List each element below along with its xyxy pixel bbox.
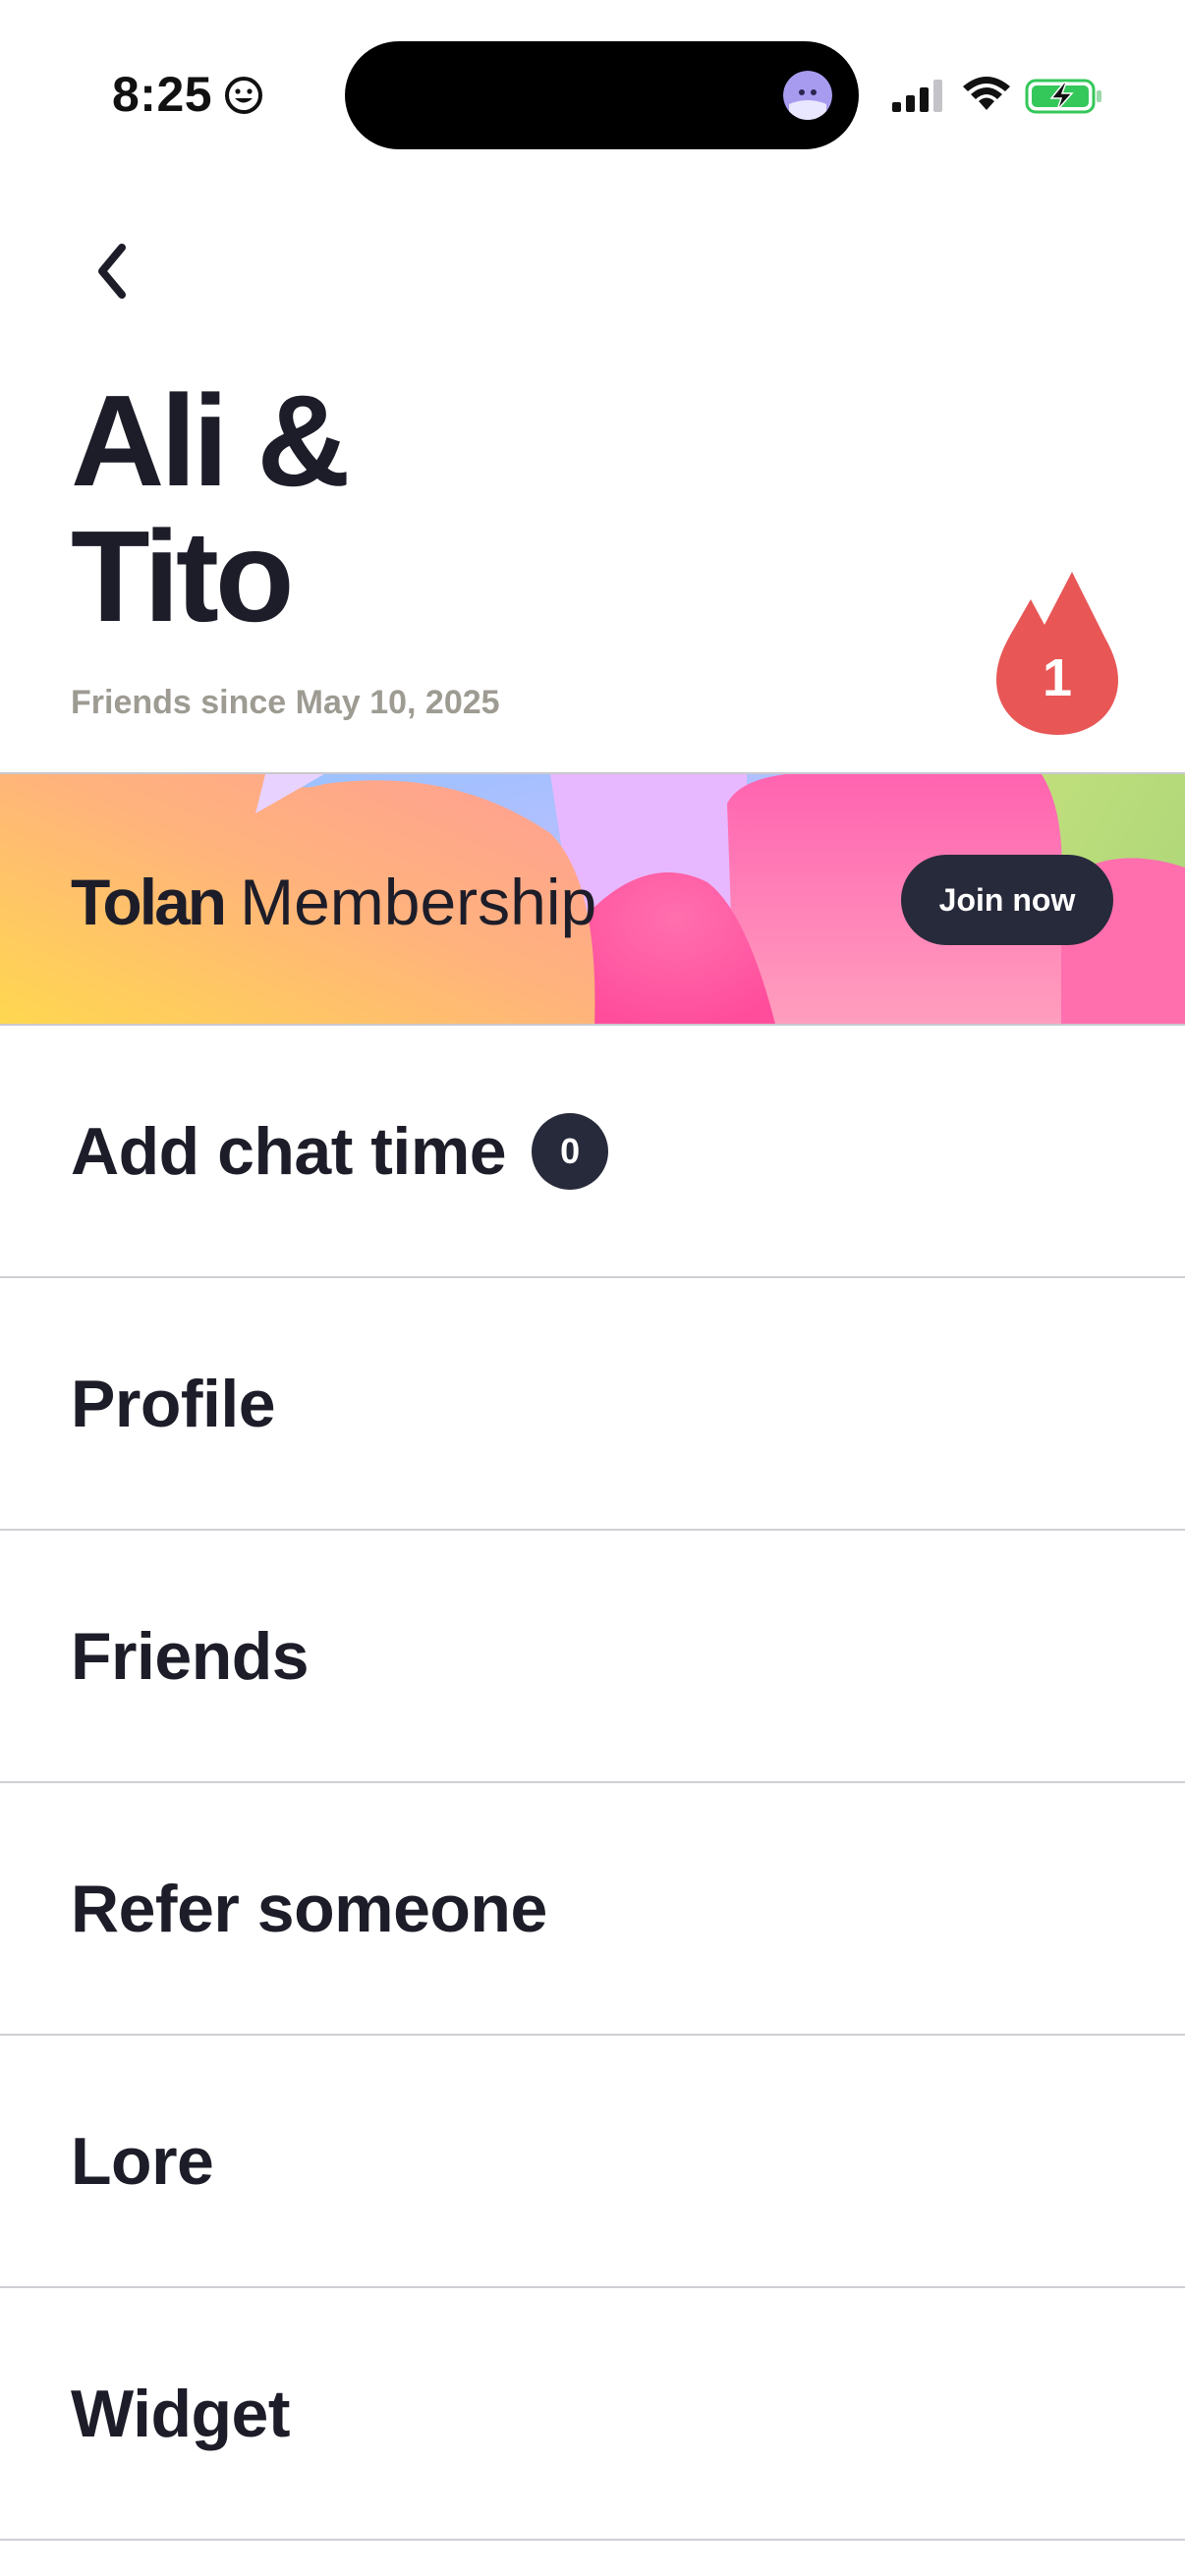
join-now-button[interactable]: Join now: [901, 855, 1113, 945]
back-button[interactable]: [73, 232, 151, 310]
menu-item-lore[interactable]: Lore: [0, 2036, 1185, 2288]
wifi-icon: [963, 77, 1010, 110]
streak-count: 1: [1042, 648, 1073, 707]
membership-label: Membership: [240, 866, 597, 938]
smiley-face-icon: [225, 77, 262, 114]
menu-item-profile[interactable]: Profile: [0, 1278, 1185, 1531]
menu-item-label: Refer someone: [71, 1871, 547, 1946]
status-time: 8:25: [112, 67, 213, 122]
membership-title: Tolan Membership: [71, 865, 596, 939]
menu-item-label: Add chat time: [71, 1113, 507, 1189]
page-title-line-2: Tito: [71, 504, 295, 648]
menu-item-add-chat-time[interactable]: Add chat time 0: [0, 1026, 1185, 1278]
friends-since-text: Friends since May 10, 2025: [71, 684, 500, 721]
avatar: [783, 71, 832, 120]
dynamic-island: [345, 41, 859, 149]
menu-item-label: Profile: [71, 1366, 276, 1441]
settings-menu: Add chat time 0 Profile Friends Refer so…: [0, 1026, 1185, 2541]
chevron-left-icon: [98, 244, 126, 299]
chat-time-count-badge: 0: [532, 1112, 609, 1190]
page-title-line-1: Ali &: [71, 368, 351, 513]
cellular-signal-icon: [892, 80, 942, 112]
menu-item-label: Widget: [71, 2376, 291, 2451]
battery-charging-icon: [1025, 79, 1101, 114]
menu-item-widget[interactable]: Widget: [0, 2288, 1185, 2541]
menu-item-friends[interactable]: Friends: [0, 1531, 1185, 1783]
menu-item-refer-someone[interactable]: Refer someone: [0, 1783, 1185, 2036]
membership-banner[interactable]: Tolan Membership Join now: [0, 772, 1185, 1026]
status-bar: 8:25: [0, 0, 1185, 149]
menu-item-label: Lore: [71, 2123, 214, 2199]
membership-brand: Tolan: [71, 866, 227, 938]
menu-item-label: Friends: [71, 1618, 310, 1694]
page-title: Ali & Tito: [71, 373, 759, 644]
